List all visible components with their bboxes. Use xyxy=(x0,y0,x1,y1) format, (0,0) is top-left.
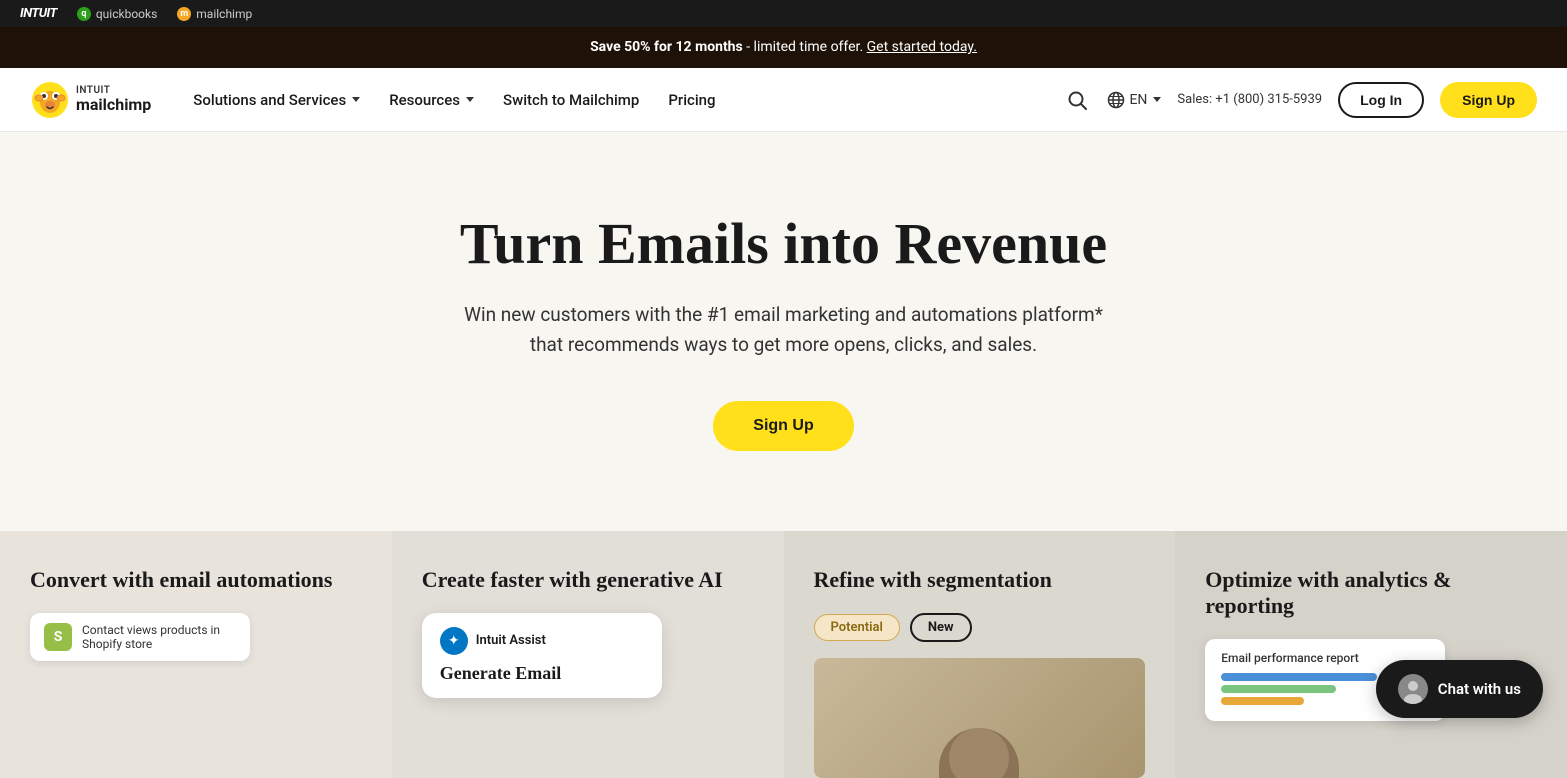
badge-row: Potential New xyxy=(814,613,1146,642)
chat-avatar xyxy=(1398,674,1428,704)
feature-card-analytics: Optimize with analytics & reporting Emai… xyxy=(1175,531,1567,778)
nav-logo-mailchimp: mailchimp xyxy=(76,96,151,114)
hero-signup-button[interactable]: Sign Up xyxy=(713,401,853,451)
nav-link-pricing-label: Pricing xyxy=(668,91,715,109)
nav-right: EN Sales: +1 (800) 315-5939 Log In Sign … xyxy=(1063,82,1537,118)
report-bar-3 xyxy=(1221,697,1304,705)
promo-link[interactable]: Get started today. xyxy=(867,39,977,55)
promo-subtext2: - limited time offer. xyxy=(746,39,863,55)
mailchimp-brand-label: mailchimp xyxy=(196,7,252,21)
quickbooks-brand-item: q quickbooks xyxy=(77,7,157,21)
shopify-widget: S Contact views products in Shopify stor… xyxy=(30,613,250,661)
nav-link-switch[interactable]: Switch to Mailchimp xyxy=(491,83,651,117)
search-icon xyxy=(1067,90,1087,110)
signup-button-nav[interactable]: Sign Up xyxy=(1440,82,1537,118)
intuit-assist-header: ✦ Intuit Assist xyxy=(440,627,644,655)
intuit-assist-widget: ✦ Intuit Assist Generate Email xyxy=(422,613,662,698)
report-bar-1 xyxy=(1221,673,1377,681)
feature-title-segmentation: Refine with segmentation xyxy=(814,567,1146,593)
language-label: EN xyxy=(1129,92,1147,108)
shopify-widget-text: Contact views products in Shopify store xyxy=(82,623,236,651)
nav-link-resources[interactable]: Resources xyxy=(377,83,486,117)
chat-label: Chat with us xyxy=(1438,680,1521,698)
quickbooks-dot-icon: q xyxy=(77,7,91,21)
hero-subtitle: Win new customers with the #1 email mark… xyxy=(464,300,1104,361)
globe-icon xyxy=(1107,91,1125,109)
search-button[interactable] xyxy=(1063,86,1091,114)
potential-badge: Potential xyxy=(814,614,900,641)
report-bar-2 xyxy=(1221,685,1335,693)
intuit-assist-body: Generate Email xyxy=(440,663,644,684)
nav-link-switch-label: Switch to Mailchimp xyxy=(503,91,639,109)
intuit-brand-logo: INTUIT xyxy=(20,6,57,21)
chevron-down-icon xyxy=(466,97,474,102)
nav-link-solutions[interactable]: Solutions and Services xyxy=(181,83,372,117)
language-selector[interactable]: EN xyxy=(1107,91,1161,109)
feature-title-analytics: Optimize with analytics & reporting xyxy=(1205,567,1537,620)
feature-card-automations: Convert with email automations S Contact… xyxy=(0,531,392,778)
feature-card-segmentation: Refine with segmentation Potential New xyxy=(784,531,1176,778)
nav-link-pricing[interactable]: Pricing xyxy=(656,83,727,117)
shopify-icon: S xyxy=(44,623,72,651)
features-section: Convert with email automations S Contact… xyxy=(0,531,1567,778)
intuit-assist-name: Intuit Assist xyxy=(476,633,546,648)
sales-phone: Sales: +1 (800) 315-5939 xyxy=(1177,92,1322,107)
mailchimp-monkey-icon xyxy=(30,80,70,120)
new-badge: New xyxy=(910,613,972,642)
nav-link-resources-label: Resources xyxy=(389,91,460,109)
feature-title-automations: Convert with email automations xyxy=(30,567,362,593)
intuit-assist-icon: ✦ xyxy=(440,627,468,655)
brand-bar: INTUIT q quickbooks m mailchimp xyxy=(0,0,1567,27)
hero-section: Turn Emails into Revenue Win new custome… xyxy=(0,132,1567,531)
chat-avatar-icon xyxy=(1398,674,1428,704)
nav-logo[interactable]: INTUIT mailchimp xyxy=(30,80,151,120)
promo-text: Save 50% for 12 months xyxy=(590,39,743,55)
promo-bar: Save 50% for 12 months - limited time of… xyxy=(0,27,1567,68)
login-button[interactable]: Log In xyxy=(1338,82,1424,118)
mailchimp-dot-icon: m xyxy=(177,7,191,21)
nav-link-solutions-label: Solutions and Services xyxy=(193,91,346,109)
quickbooks-label: quickbooks xyxy=(96,7,157,21)
feature-title-ai: Create faster with generative AI xyxy=(422,567,754,593)
hero-title: Turn Emails into Revenue xyxy=(20,212,1547,276)
feature-card-ai: Create faster with generative AI ✦ Intui… xyxy=(392,531,784,778)
chevron-down-icon xyxy=(352,97,360,102)
main-nav: INTUIT mailchimp Solutions and Services … xyxy=(0,68,1567,132)
mailchimp-brand-item: m mailchimp xyxy=(177,7,252,21)
nav-logo-text: INTUIT mailchimp xyxy=(76,85,151,114)
chat-button[interactable]: Chat with us xyxy=(1376,660,1543,718)
language-chevron-icon xyxy=(1153,97,1161,102)
nav-links: Solutions and Services Resources Switch … xyxy=(181,83,1063,117)
segmentation-image xyxy=(814,658,1146,778)
